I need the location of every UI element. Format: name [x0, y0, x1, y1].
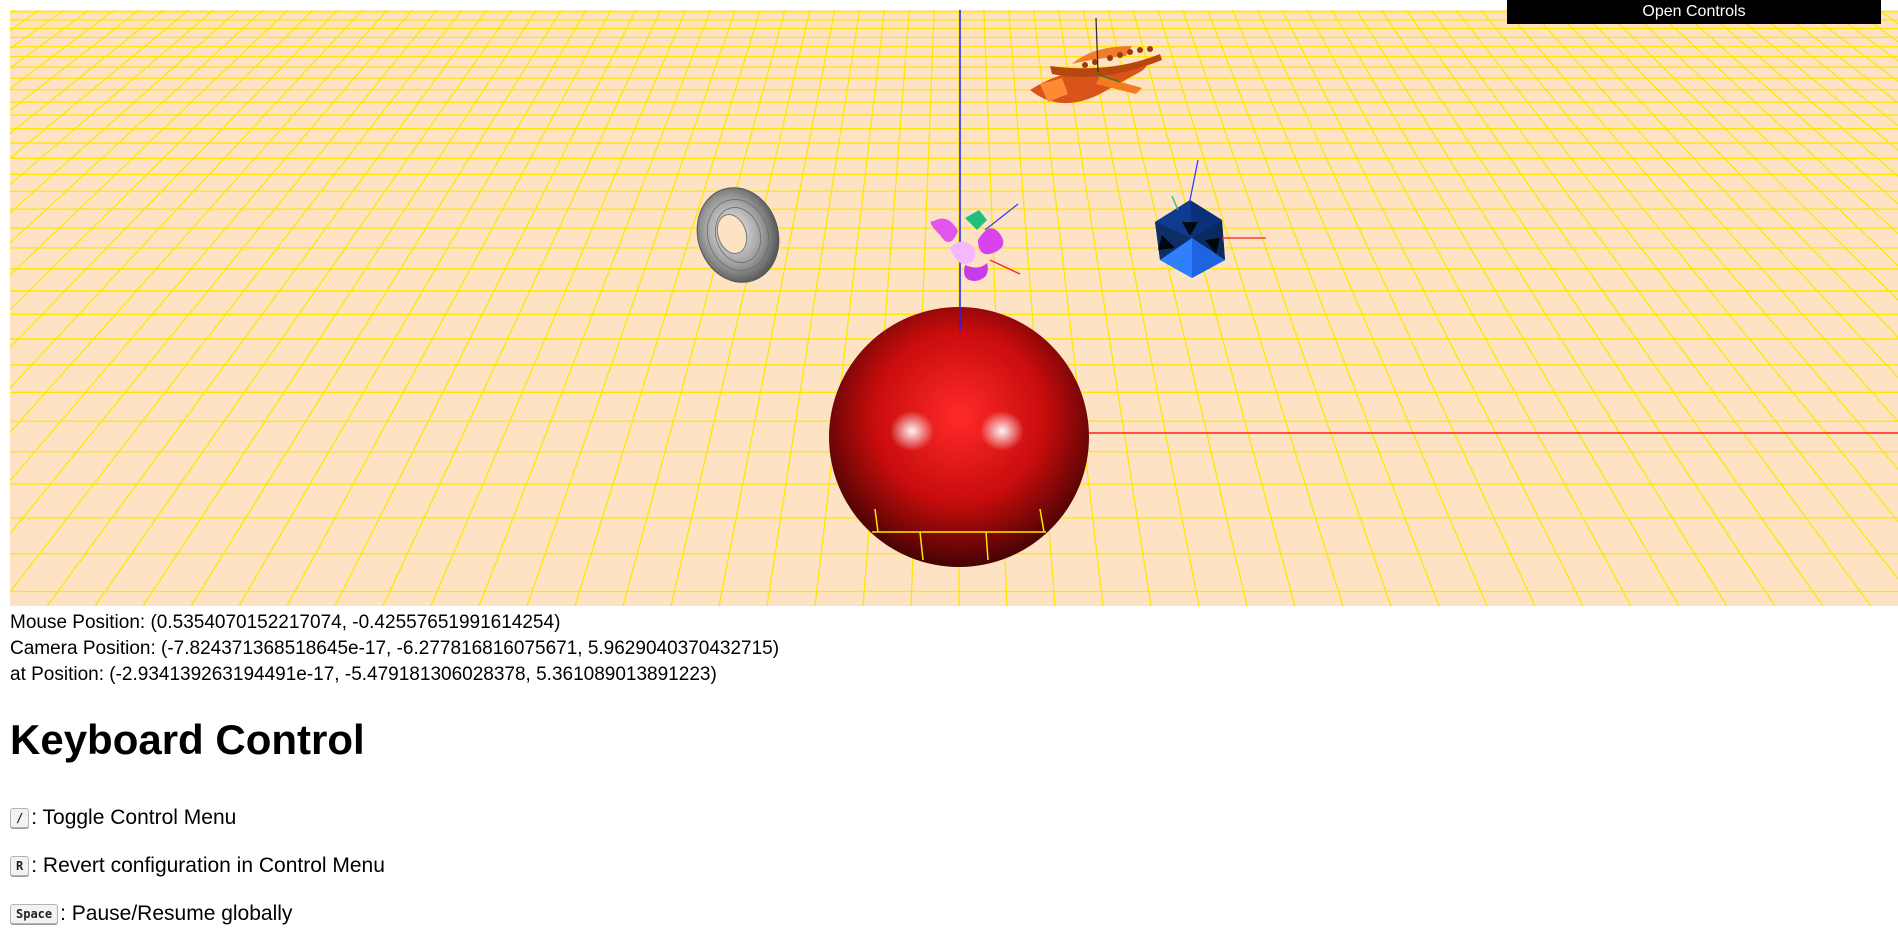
at-position-readout: at Position: (-2.934139263194491e-17, -5…: [10, 664, 717, 685]
key-slash: /: [10, 808, 30, 828]
key-r: R: [10, 856, 30, 876]
help-item-toggle-menu: / : Toggle Control Menu: [10, 794, 385, 842]
mouse-position-readout: Mouse Position: (0.5354070152217074, -0.…: [10, 612, 561, 633]
position-readouts: Mouse Position: (0.5354070152217074, -0.…: [10, 610, 779, 688]
help-item-pause-resume: Space : Pause/Resume globally: [10, 890, 385, 938]
camera-position-readout: Camera Position: (-7.824371368518645e-17…: [10, 638, 780, 659]
open-controls-button[interactable]: Open Controls: [1507, 0, 1881, 24]
webgl-canvas[interactable]: [10, 10, 1898, 606]
help-description: : Pause/Resume globally: [60, 902, 293, 925]
help-description: : Revert configuration in Control Menu: [31, 854, 385, 877]
key-space: Space: [10, 904, 59, 924]
keyboard-control-heading: Keyboard Control: [10, 716, 365, 763]
keyboard-help-list: / : Toggle Control Menu R : Revert confi…: [10, 794, 385, 938]
help-description: : Toggle Control Menu: [31, 806, 237, 829]
red-sphere[interactable]: [829, 307, 1089, 567]
help-item-revert-config: R : Revert configuration in Control Menu: [10, 842, 385, 890]
